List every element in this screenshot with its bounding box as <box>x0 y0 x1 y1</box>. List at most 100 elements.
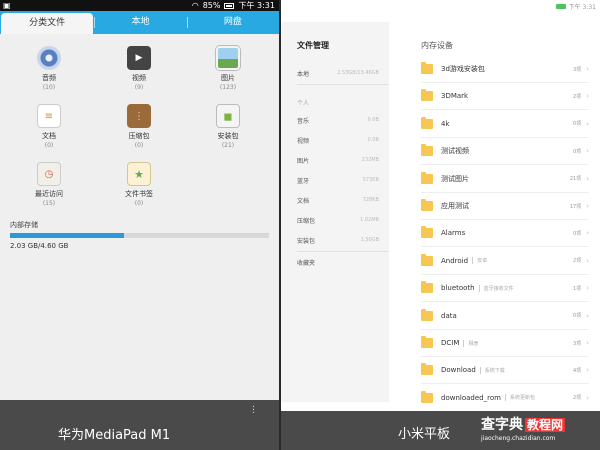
sidebar-item[interactable]: 安装包 1.50GB <box>297 230 389 250</box>
document-icon: ≡ <box>37 104 61 128</box>
battery-icon <box>224 2 235 9</box>
device-caption: 小米平板 <box>398 427 451 442</box>
folder-name: 3DMark <box>441 92 469 101</box>
folder-name: 应用测试 <box>441 202 469 210</box>
notification-icon: ▣ <box>3 1 11 10</box>
folder-item-count: 2项 <box>573 93 582 100</box>
xiaomi-screen: 下午 3:31 文件管理 本地 2.53GB/13.46GB 个人 音乐 0.0B 视频 0… <box>281 0 600 450</box>
category-count: (10) <box>42 84 56 91</box>
video-clapper-icon: ▶ <box>127 46 151 70</box>
storage-progress-bar <box>10 233 269 238</box>
category-image[interactable]: 图片 (123) <box>198 46 258 91</box>
sidebar-item[interactable]: 收藏夹 <box>297 252 389 272</box>
category-apk[interactable]: ◼ 安装包 (21) <box>198 104 258 149</box>
status-bar: ▣ ◠ 85% 下午 3:31 <box>0 0 279 11</box>
folder-item-count: 3项 <box>573 340 582 347</box>
category-recent[interactable]: ◷ 最近访问 (15) <box>19 162 79 207</box>
folder-item-count: 4项 <box>573 367 582 374</box>
folder-name: Download <box>441 366 476 375</box>
tab-local[interactable]: 本地 <box>94 11 186 34</box>
folder-row[interactable]: 4k 0项 › <box>421 111 589 138</box>
folder-icon <box>421 171 433 184</box>
folder-item-count: 2项 <box>573 395 582 402</box>
folder-note: 系统下载 <box>479 366 505 374</box>
sidebar-item-size: 1.02MB <box>360 217 379 223</box>
folder-item-count: 1项 <box>573 285 582 292</box>
folder-row[interactable]: 测试图片 21项 › <box>421 166 589 193</box>
folder-row[interactable]: Android 安卓 2项 › <box>421 248 589 275</box>
chevron-right-icon: › <box>586 311 589 320</box>
folder-row[interactable]: 应用测试 17项 › <box>421 193 589 220</box>
sidebar-item[interactable]: 蓝牙 573KB <box>297 170 389 190</box>
folder-icon <box>421 89 433 102</box>
category-archive[interactable]: ⋮ 压缩包 (0) <box>109 104 169 149</box>
huawei-screen: ▣ ◠ 85% 下午 3:31 分类文件 本地 网盘 音频 (10) ▶ 视频 … <box>0 0 279 450</box>
category-document[interactable]: ≡ 文档 (0) <box>19 104 79 149</box>
bookmark-star-icon: ★ <box>127 162 151 186</box>
sidebar: 文件管理 本地 2.53GB/13.46GB 个人 音乐 0.0B 视频 0.0B 图片 232… <box>281 22 389 402</box>
sidebar-item-size: 232MB <box>361 157 379 163</box>
folder-row[interactable]: bluetooth 蓝牙接收文件 1项 › <box>421 275 589 303</box>
folder-row[interactable]: Download 系统下载 4项 › <box>421 357 589 385</box>
chevron-right-icon: › <box>586 174 589 183</box>
folder-icon <box>421 336 433 348</box>
category-count: (0) <box>134 142 144 149</box>
folder-name: Android <box>441 256 469 265</box>
status-bar: 下午 3:31 <box>281 0 600 12</box>
folder-row[interactable]: DCIM 相册 3项 › <box>421 330 589 357</box>
zip-icon: ⋮ <box>127 104 151 128</box>
category-label: 最近访问 <box>35 190 63 198</box>
sidebar-item[interactable]: 图片 232MB <box>297 150 389 170</box>
sidebar-separator <box>297 84 389 85</box>
category-bookmark[interactable]: ★ 文件书签 (0) <box>109 162 169 207</box>
sidebar-item-label: 安装包 <box>297 237 316 245</box>
chevron-right-icon: › <box>586 256 589 265</box>
category-count: (0) <box>134 200 144 207</box>
category-count: (15) <box>42 200 56 207</box>
category-label: 安装包 <box>217 132 239 140</box>
music-disc-icon <box>37 46 61 70</box>
sidebar-item-label: 收藏夹 <box>297 259 316 267</box>
chevron-right-icon: › <box>586 284 589 293</box>
folder-row[interactable]: data 0项 › <box>421 303 589 330</box>
category-audio[interactable]: 音频 (10) <box>19 46 79 91</box>
folder-note: 系统更新包 <box>504 394 535 402</box>
tab-bar: 分类文件 本地 网盘 <box>0 11 279 34</box>
wifi-icon: ◠ <box>191 1 199 10</box>
folder-row[interactable]: downloaded_rom 系统更新包 2项 › <box>421 385 589 412</box>
sidebar-item[interactable]: 本地 2.53GB/13.46GB <box>297 63 389 83</box>
chevron-right-icon: › <box>586 393 589 402</box>
folder-item-count: 3项 <box>573 66 582 73</box>
folder-row[interactable]: 测试视频 0项 › <box>421 138 589 166</box>
folder-name: 4k <box>441 119 450 128</box>
folder-row[interactable]: 3d游戏安装包 3项 › <box>421 56 589 83</box>
folder-row[interactable]: Alarms 0项 › <box>421 220 589 248</box>
folder-name: DCIM <box>441 339 460 347</box>
tab-category-files[interactable]: 分类文件 <box>1 13 94 34</box>
folder-row[interactable]: 3DMark 2项 › <box>421 83 589 111</box>
sidebar-title: 文件管理 <box>297 41 329 50</box>
sidebar-item-size: 2.53GB/13.46GB <box>337 70 379 76</box>
sidebar-item-label: 压缩包 <box>297 217 316 225</box>
sidebar-item-label: 视频 <box>297 137 310 145</box>
category-count: (21) <box>221 142 235 149</box>
folder-item-count: 2项 <box>573 258 582 265</box>
file-list-title: 内存设备 <box>421 41 453 50</box>
battery-icon <box>555 4 566 9</box>
sidebar-item[interactable]: 文档 728KB <box>297 190 389 210</box>
internal-storage[interactable]: 内部存储 2.03 GB/4.60 GB <box>10 220 270 250</box>
folder-name: 3d游戏安装包 <box>441 65 485 73</box>
sidebar-item[interactable]: 视频 0.0B <box>297 130 389 150</box>
sidebar-item-size: 0.0B <box>367 117 379 123</box>
category-label: 视频 <box>132 74 146 82</box>
recent-clock-icon: ◷ <box>37 162 61 186</box>
sidebar-item[interactable]: 音乐 0.0B <box>297 110 389 130</box>
category-video[interactable]: ▶ 视频 (9) <box>109 46 169 91</box>
sidebar-item[interactable]: 压缩包 1.02MB <box>297 210 389 230</box>
tab-cloud[interactable]: 网盘 <box>186 11 279 34</box>
chevron-right-icon: › <box>586 92 589 101</box>
more-menu-icon[interactable]: · · · <box>252 403 255 419</box>
status-time: 下午 3:31 <box>568 4 596 11</box>
watermark-url: jiaocheng.chazidian.com <box>481 435 556 442</box>
folder-icon <box>421 390 433 403</box>
